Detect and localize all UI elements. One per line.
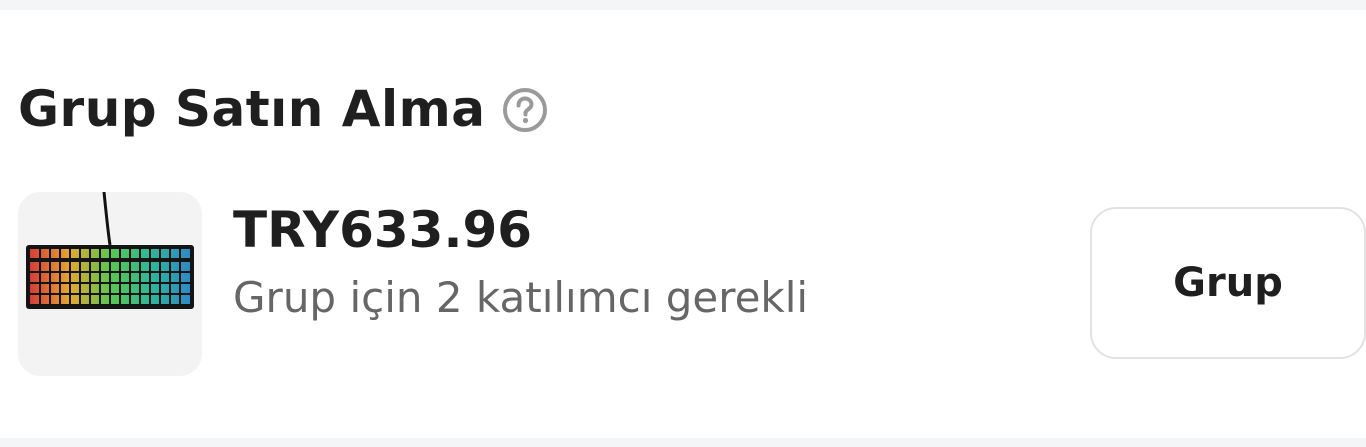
product-price: TRY633.96 (233, 201, 533, 259)
keyboard-illustration (26, 192, 194, 309)
top-divider-strip (0, 0, 1366, 10)
bottom-divider-strip (0, 438, 1366, 447)
product-image-keyboard[interactable] (18, 192, 202, 376)
group-buy-button[interactable]: Grup (1090, 207, 1366, 359)
section-title: Grup Satın Alma (18, 80, 486, 138)
question-circle-icon[interactable] (502, 87, 548, 133)
participants-requirement-text: Grup için 2 katılımcı gerekli (233, 273, 809, 322)
